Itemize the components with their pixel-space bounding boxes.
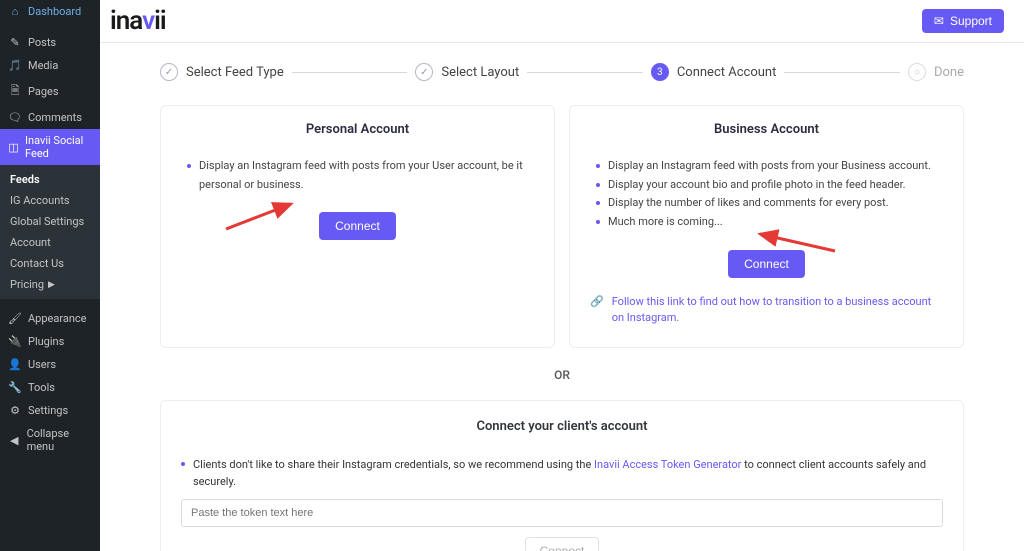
bullet: Display the number of likes and comments… (596, 194, 943, 213)
sidebar-collapse[interactable]: ◀ Collapse menu (0, 422, 100, 458)
sidebar-item-appearance[interactable]: 🖌 Appearance (0, 307, 100, 330)
bullet: Display your account bio and profile pho… (596, 176, 943, 195)
instagram-icon: ◫ (8, 141, 19, 154)
card-title: Business Account (590, 122, 943, 137)
submenu-ig-accounts[interactable]: IG Accounts (0, 190, 100, 211)
sidebar-item-inavii[interactable]: ◫ Inavii Social Feed (0, 129, 100, 165)
sliders-icon: ⚙ (8, 404, 22, 417)
business-transition-link[interactable]: 🔗 Follow this link to find out how to tr… (590, 294, 943, 327)
circle-icon: ○ (908, 63, 926, 81)
sidebar-label: Inavii Social Feed (25, 134, 92, 160)
comments-icon: 🗨 (8, 111, 22, 124)
sidebar-item-comments[interactable]: 🗨 Comments (0, 106, 100, 129)
client-description: Clients don't like to share their Instag… (181, 456, 943, 491)
step-label: Connect Account (677, 65, 777, 80)
link-text: Follow this link to find out how to tran… (612, 294, 943, 327)
token-generator-link[interactable]: Inavii Access Token Generator (594, 458, 741, 471)
dashboard-icon: ⌂ (8, 5, 22, 18)
sidebar-label: Plugins (28, 335, 64, 348)
connect-token-button[interactable]: Connect (525, 537, 600, 551)
collapse-icon: ◀ (8, 434, 21, 447)
or-divider: OR (160, 368, 964, 382)
wrench-icon: 🔧 (8, 381, 22, 394)
annotation-arrow (221, 194, 301, 234)
card-title: Personal Account (181, 122, 534, 137)
step-label: Select Feed Type (186, 65, 284, 80)
step-label: Select Layout (441, 65, 519, 80)
step-label: Done (934, 65, 964, 80)
logo: inavii (110, 6, 166, 36)
submenu-feeds[interactable]: Feeds (0, 169, 100, 190)
topbar: inavii ✉ Support (100, 0, 1024, 43)
submenu-contact-us[interactable]: Contact Us (0, 253, 100, 274)
submenu-global-settings[interactable]: Global Settings (0, 211, 100, 232)
stepper-line (527, 72, 643, 73)
support-button[interactable]: ✉ Support (922, 9, 1004, 33)
admin-sidebar: ⌂ Dashboard ✎ Posts 🎵 Media 🗎 Pages 🗨 Co… (0, 0, 100, 551)
sidebar-label: Appearance (28, 312, 87, 325)
sidebar-label: Posts (28, 36, 56, 49)
sidebar-item-posts[interactable]: ✎ Posts (0, 31, 100, 54)
brush-icon: 🖌 (8, 312, 22, 325)
main-content: inavii ✉ Support ✓ Select Feed Type ✓ Se… (100, 0, 1024, 551)
sidebar-label: Pages (28, 85, 59, 98)
personal-account-card: Personal Account Display an Instagram fe… (160, 105, 555, 348)
wizard-stepper: ✓ Select Feed Type ✓ Select Layout 3 Con… (160, 63, 964, 81)
plug-icon: 🔌 (8, 335, 22, 348)
token-input[interactable] (181, 499, 943, 527)
bullet: Much more is coming... (596, 213, 943, 232)
sidebar-item-pages[interactable]: 🗎 Pages (0, 77, 100, 106)
link-icon: 🔗 (590, 294, 604, 327)
sidebar-label: Media (28, 59, 58, 72)
media-icon: 🎵 (8, 59, 22, 72)
sidebar-label: Users (28, 358, 56, 371)
sidebar-item-plugins[interactable]: 🔌 Plugins (0, 330, 100, 353)
sidebar-item-dashboard[interactable]: ⌂ Dashboard (0, 0, 100, 23)
business-account-card: Business Account Display an Instagram fe… (569, 105, 964, 348)
step-1[interactable]: ✓ Select Feed Type (160, 63, 284, 81)
card-title: Connect your client's account (181, 419, 943, 434)
sidebar-label: Comments (28, 111, 82, 124)
submenu-pricing[interactable]: Pricing▶ (0, 274, 100, 295)
sidebar-submenu: Feeds IG Accounts Global Settings Accoun… (0, 165, 100, 299)
connect-personal-button[interactable]: Connect (319, 212, 396, 240)
pin-icon: ✎ (8, 36, 22, 49)
mail-icon: ✉ (934, 14, 944, 28)
pages-icon: 🗎 (8, 82, 22, 101)
sidebar-label: Tools (28, 381, 55, 394)
check-icon: ✓ (160, 63, 178, 81)
step-2[interactable]: ✓ Select Layout (415, 63, 519, 81)
step-3[interactable]: 3 Connect Account (651, 63, 777, 81)
sidebar-item-tools[interactable]: 🔧 Tools (0, 376, 100, 399)
client-account-card: Connect your client's account Clients do… (160, 400, 964, 551)
sidebar-item-users[interactable]: 👤 Users (0, 353, 100, 376)
connect-business-button[interactable]: Connect (728, 250, 805, 278)
bullet: Display an Instagram feed with posts fro… (187, 157, 534, 194)
check-icon: ✓ (415, 63, 433, 81)
sidebar-label: Collapse menu (27, 427, 92, 453)
stepper-line (784, 72, 900, 73)
support-label: Support (950, 14, 992, 28)
sidebar-item-media[interactable]: 🎵 Media (0, 54, 100, 77)
chevron-right-icon: ▶ (48, 280, 55, 290)
sidebar-label: Dashboard (28, 5, 81, 18)
step-4[interactable]: ○ Done (908, 63, 964, 81)
stepper-line (292, 72, 408, 73)
submenu-account[interactable]: Account (0, 232, 100, 253)
sidebar-label: Settings (28, 404, 68, 417)
bullet: Display an Instagram feed with posts fro… (596, 157, 943, 176)
sidebar-item-settings[interactable]: ⚙ Settings (0, 399, 100, 422)
step-number: 3 (651, 63, 669, 81)
users-icon: 👤 (8, 358, 22, 371)
